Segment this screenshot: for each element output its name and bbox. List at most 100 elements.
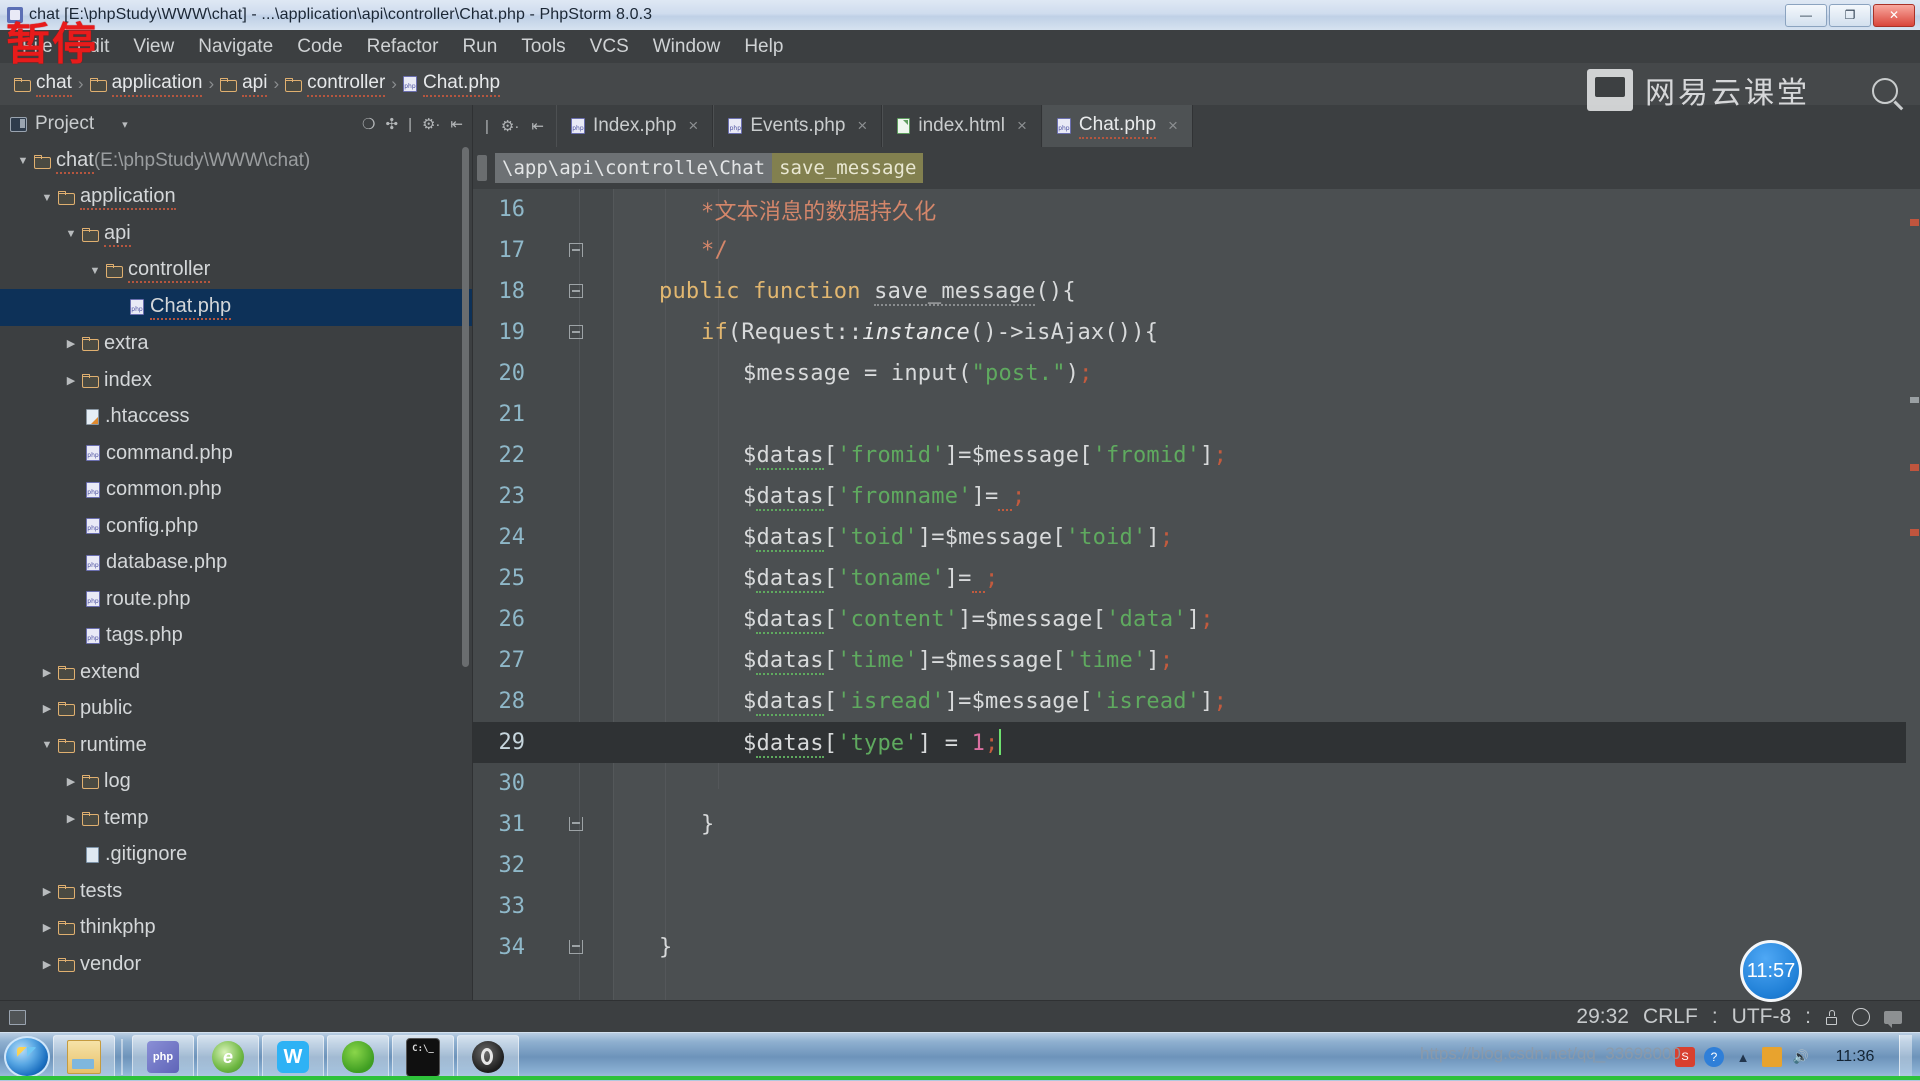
nav-member-segment[interactable]: save_message bbox=[772, 153, 924, 183]
twisty-icon[interactable]: ▶ bbox=[36, 885, 58, 898]
twisty-icon[interactable]: ▼ bbox=[12, 155, 34, 167]
taskbar-app-wps[interactable]: W bbox=[262, 1035, 324, 1079]
taskbar-app-obs[interactable] bbox=[457, 1035, 519, 1079]
twisty-icon[interactable]: ▶ bbox=[60, 775, 82, 788]
tree-item-index[interactable]: ▶ index bbox=[0, 362, 472, 399]
collapse-all-icon[interactable]: ❍ bbox=[362, 115, 375, 133]
menu-item-vcs[interactable]: VCS bbox=[578, 34, 641, 60]
fold-column[interactable] bbox=[531, 886, 617, 927]
tree-item-gitignore[interactable]: .gitignore bbox=[0, 837, 472, 874]
line-separator[interactable]: CRLF bbox=[1643, 1005, 1698, 1029]
menu-item-view[interactable]: View bbox=[121, 34, 186, 60]
file-encoding[interactable]: UTF-8 bbox=[1732, 1005, 1792, 1029]
code-line[interactable]: 19 if(Request::instance()->isAjax()){ bbox=[473, 312, 1920, 353]
network-icon[interactable] bbox=[1762, 1047, 1782, 1067]
tab-chat-php[interactable]: Chat.php × bbox=[1041, 105, 1193, 147]
status-bar-right[interactable]: 29:32 CRLF : UTF-8 : bbox=[1576, 1005, 1920, 1029]
twisty-icon[interactable]: ▼ bbox=[84, 265, 106, 277]
code-line[interactable]: 26 $datas['content']=$message['data']; bbox=[473, 599, 1920, 640]
status-bar[interactable]: 29:32 CRLF : UTF-8 : bbox=[0, 1000, 1920, 1033]
minimize-button[interactable]: — bbox=[1785, 3, 1827, 27]
tree-item-thinkphp[interactable]: ▶ thinkphp bbox=[0, 910, 472, 947]
breadcrumb-item-application[interactable]: application bbox=[86, 72, 207, 97]
tree-item-tags-php[interactable]: tags.php bbox=[0, 618, 472, 655]
tree-item-config-php[interactable]: config.php bbox=[0, 508, 472, 545]
menu-item-refactor[interactable]: Refactor bbox=[355, 34, 451, 60]
inspection-face-icon[interactable] bbox=[1852, 1008, 1870, 1026]
code-line[interactable]: 16 *文本消息的数据持久化 bbox=[473, 189, 1920, 230]
menu-item-run[interactable]: Run bbox=[450, 34, 509, 60]
twisty-icon[interactable]: ▶ bbox=[36, 702, 58, 715]
show-tool-windows-icon[interactable] bbox=[0, 1009, 34, 1025]
code-line[interactable]: 18 public function save_message(){ bbox=[473, 271, 1920, 312]
start-button[interactable] bbox=[4, 1036, 50, 1078]
tree-item-temp[interactable]: ▶ temp bbox=[0, 800, 472, 837]
hide-icon[interactable]: ⇤ bbox=[450, 115, 463, 133]
twisty-icon[interactable]: ▶ bbox=[60, 812, 82, 825]
close-icon[interactable]: × bbox=[1017, 116, 1027, 136]
taskbar-app-explorer[interactable] bbox=[53, 1035, 115, 1079]
nav-namespace-segment[interactable]: \app\api\controlle\Chat bbox=[495, 153, 773, 183]
menu-item-help[interactable]: Help bbox=[732, 34, 795, 60]
code-line[interactable]: 32 bbox=[473, 845, 1920, 886]
event-log-icon[interactable] bbox=[1884, 1010, 1902, 1028]
editor-scrollbar[interactable] bbox=[1906, 189, 1920, 1000]
tree-item-tests[interactable]: ▶ tests bbox=[0, 873, 472, 910]
hide-panel-icon[interactable]: ⇤ bbox=[531, 117, 544, 135]
twisty-icon[interactable]: ▼ bbox=[36, 739, 58, 751]
code-line[interactable]: 29 $datas['type'] = 1; bbox=[473, 722, 1920, 763]
tree-item-application[interactable]: ▼ application bbox=[0, 180, 472, 217]
code-line[interactable]: 21 bbox=[473, 394, 1920, 435]
fold-column[interactable] bbox=[531, 394, 617, 435]
breadcrumb-item-chat-php[interactable]: Chat.php bbox=[399, 72, 504, 97]
code-editor[interactable]: 16 *文本消息的数据持久化 17 */ 18 public function save_… bbox=[473, 189, 1920, 1000]
close-icon[interactable]: × bbox=[857, 116, 867, 136]
code-line[interactable]: 23 $datas['fromname']= ; bbox=[473, 476, 1920, 517]
fold-column[interactable] bbox=[531, 517, 617, 558]
fold-toggle-icon[interactable] bbox=[569, 325, 583, 339]
tree-item-command-php[interactable]: command.php bbox=[0, 435, 472, 472]
search-icon[interactable] bbox=[1872, 78, 1898, 104]
code-line[interactable]: 20 $message = input("post."); bbox=[473, 353, 1920, 394]
code-line[interactable]: 24 $datas['toid']=$message['toid']; bbox=[473, 517, 1920, 558]
tree-item-common-php[interactable]: common.php bbox=[0, 472, 472, 509]
caret-position[interactable]: 29:32 bbox=[1576, 1005, 1629, 1029]
fold-column[interactable] bbox=[531, 927, 617, 968]
fold-column[interactable] bbox=[531, 271, 617, 312]
close-button[interactable]: ✕ bbox=[1873, 3, 1915, 27]
code-line[interactable]: 22 $datas['fromid']=$message['fromid']; bbox=[473, 435, 1920, 476]
tab-index-html[interactable]: index.html × bbox=[882, 105, 1042, 147]
menu-item-window[interactable]: Window bbox=[641, 34, 733, 60]
tree-item-runtime[interactable]: ▼ runtime bbox=[0, 727, 472, 764]
fold-toggle-icon[interactable] bbox=[569, 284, 583, 298]
gear-icon[interactable]: ⚙· bbox=[422, 115, 440, 133]
menu-item-navigate[interactable]: Navigate bbox=[186, 34, 285, 60]
fold-column[interactable] bbox=[531, 435, 617, 476]
fold-toggle-icon[interactable] bbox=[569, 940, 583, 954]
twisty-icon[interactable]: ▶ bbox=[60, 337, 82, 350]
lock-icon[interactable] bbox=[1825, 1009, 1838, 1025]
help-icon[interactable]: ? bbox=[1704, 1047, 1724, 1067]
tree-item-database-php[interactable]: database.php bbox=[0, 545, 472, 582]
fold-column[interactable] bbox=[531, 599, 617, 640]
fold-toggle-icon[interactable] bbox=[569, 817, 583, 831]
taskbar-clock[interactable]: 11:36 bbox=[1820, 1048, 1890, 1066]
error-marker[interactable] bbox=[1910, 529, 1919, 536]
project-tree[interactable]: ▼ chat (E:\phpStudy\WWW\chat) ▼ applicat… bbox=[0, 143, 473, 1000]
error-marker[interactable] bbox=[1910, 464, 1919, 471]
tree-item-chat-php[interactable]: Chat.php bbox=[0, 289, 472, 326]
maximize-button[interactable]: ❐ bbox=[1829, 3, 1871, 27]
chevron-up-icon[interactable]: ▲ bbox=[1733, 1047, 1753, 1067]
code-line[interactable]: 28 $datas['isread']=$message['isread']; bbox=[473, 681, 1920, 722]
editor-tab-toolbar[interactable]: | ⚙· ⇤ bbox=[473, 105, 556, 147]
menu-item-tools[interactable]: Tools bbox=[509, 34, 577, 60]
fold-column[interactable] bbox=[531, 189, 617, 230]
fold-column[interactable] bbox=[531, 476, 617, 517]
tree-item-extend[interactable]: ▶ extend bbox=[0, 654, 472, 691]
project-tree-scrollbar[interactable] bbox=[462, 147, 469, 667]
code-lines[interactable]: 16 *文本消息的数据持久化 17 */ 18 public function save_… bbox=[473, 189, 1920, 1000]
breadcrumb-item-api[interactable]: api bbox=[216, 72, 271, 97]
twisty-icon[interactable]: ▶ bbox=[36, 958, 58, 971]
twisty-icon[interactable]: ▶ bbox=[36, 666, 58, 679]
fold-column[interactable] bbox=[531, 230, 617, 271]
